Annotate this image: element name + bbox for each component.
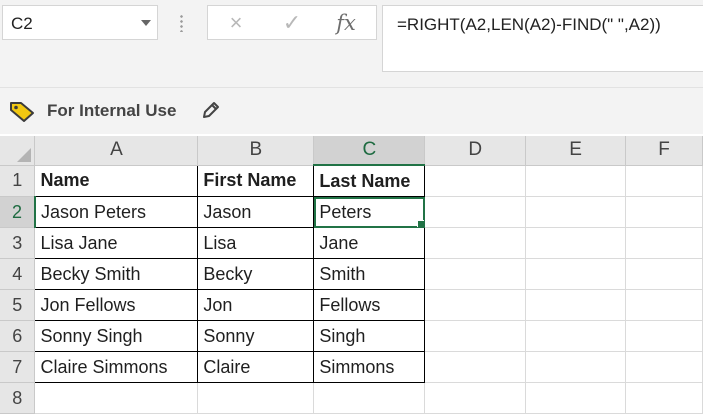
column-header-d[interactable]: D <box>424 136 527 166</box>
cell-f2[interactable] <box>625 196 703 228</box>
cell-a3[interactable]: Lisa Jane <box>34 227 199 259</box>
cell-b1[interactable]: First Name <box>197 164 315 197</box>
sensitivity-label[interactable]: For Internal Use <box>47 101 176 121</box>
cell-b2[interactable]: Jason <box>197 196 315 228</box>
cell-d1[interactable] <box>424 165 527 197</box>
cell-e6[interactable] <box>525 320 627 352</box>
cell-c7[interactable]: Simmons <box>313 351 426 383</box>
cell-c2-selected[interactable]: Peters <box>313 196 426 228</box>
enter-icon[interactable]: ✓ <box>272 6 312 39</box>
formula-text: =RIGHT(A2,LEN(A2)-FIND(" ",A2)) <box>397 15 661 34</box>
resize-grip-icon[interactable] <box>180 14 183 32</box>
cell-c8[interactable] <box>313 382 426 414</box>
formula-buttons: × ✓ fx <box>207 5 377 40</box>
cell-c4[interactable]: Smith <box>313 258 426 290</box>
cell-e4[interactable] <box>525 258 627 290</box>
spreadsheet-grid: A B C D E F 1 Name First Name Last Name … <box>0 136 703 414</box>
cell-b3[interactable]: Lisa <box>197 227 315 259</box>
cell-a1[interactable]: Name <box>34 164 199 197</box>
row-header-5[interactable]: 5 <box>0 289 36 321</box>
cell-e8[interactable] <box>525 382 627 414</box>
row-header-8[interactable]: 8 <box>0 382 36 414</box>
cell-b7[interactable]: Claire <box>197 351 315 383</box>
cell-e1[interactable] <box>525 165 627 197</box>
cell-f8[interactable] <box>625 382 703 414</box>
formula-input[interactable]: =RIGHT(A2,LEN(A2)-FIND(" ",A2)) <box>382 5 703 72</box>
column-header-f[interactable]: F <box>625 136 703 166</box>
cell-d4[interactable] <box>424 258 527 290</box>
pencil-icon[interactable] <box>201 100 221 120</box>
cancel-icon[interactable]: × <box>216 6 256 39</box>
insert-function-button[interactable]: fx <box>326 6 366 39</box>
cell-c1[interactable]: Last Name <box>313 164 426 197</box>
cell-c6[interactable]: Singh <box>313 320 426 352</box>
cell-a5[interactable]: Jon Fellows <box>34 289 199 321</box>
cell-d5[interactable] <box>424 289 527 321</box>
row-header-1[interactable]: 1 <box>0 165 36 197</box>
cell-f7[interactable] <box>625 351 703 383</box>
name-box-value: C2 <box>11 14 33 33</box>
cell-d6[interactable] <box>424 320 527 352</box>
column-header-c[interactable]: C <box>313 136 426 166</box>
cell-e5[interactable] <box>525 289 627 321</box>
cell-a7[interactable]: Claire Simmons <box>34 351 199 383</box>
cell-f3[interactable] <box>625 227 703 259</box>
formula-bar-area: C2 × ✓ fx =RIGHT(A2,LEN(A2)-FIND(" ",A2)… <box>0 0 703 87</box>
row-header-2[interactable]: 2 <box>0 196 36 228</box>
cell-c3[interactable]: Jane <box>313 227 426 259</box>
cell-c2-value: Peters <box>319 201 372 222</box>
cell-a8[interactable] <box>34 382 199 414</box>
cell-f5[interactable] <box>625 289 703 321</box>
cell-f4[interactable] <box>625 258 703 290</box>
cell-b5[interactable]: Jon <box>197 289 315 321</box>
cell-a6[interactable]: Sonny Singh <box>34 320 199 352</box>
fill-handle[interactable] <box>417 220 424 227</box>
column-header-a[interactable]: A <box>34 136 199 166</box>
cell-c5[interactable]: Fellows <box>313 289 426 321</box>
cell-f6[interactable] <box>625 320 703 352</box>
cell-d2[interactable] <box>424 196 527 228</box>
cell-e3[interactable] <box>525 227 627 259</box>
column-header-b[interactable]: B <box>197 136 315 166</box>
row-header-6[interactable]: 6 <box>0 320 36 352</box>
cell-f1[interactable] <box>625 165 703 197</box>
chevron-down-icon[interactable] <box>141 20 151 26</box>
cell-d3[interactable] <box>424 227 527 259</box>
cell-d8[interactable] <box>424 382 527 414</box>
cell-e2[interactable] <box>525 196 627 228</box>
cell-b6[interactable]: Sonny <box>197 320 315 352</box>
sensitivity-bar: For Internal Use <box>0 87 703 134</box>
column-header-e[interactable]: E <box>525 136 627 166</box>
row-header-3[interactable]: 3 <box>0 227 36 259</box>
cell-d7[interactable] <box>424 351 527 383</box>
row-header-4[interactable]: 4 <box>0 258 36 290</box>
name-box[interactable]: C2 <box>2 5 158 40</box>
tag-icon <box>10 102 34 122</box>
cell-a4[interactable]: Becky Smith <box>34 258 199 290</box>
select-all-button[interactable] <box>0 136 36 166</box>
cell-b4[interactable]: Becky <box>197 258 315 290</box>
cell-b8[interactable] <box>197 382 315 414</box>
cell-a2[interactable]: Jason Peters <box>34 196 199 228</box>
row-header-7[interactable]: 7 <box>0 351 36 383</box>
cell-e7[interactable] <box>525 351 627 383</box>
